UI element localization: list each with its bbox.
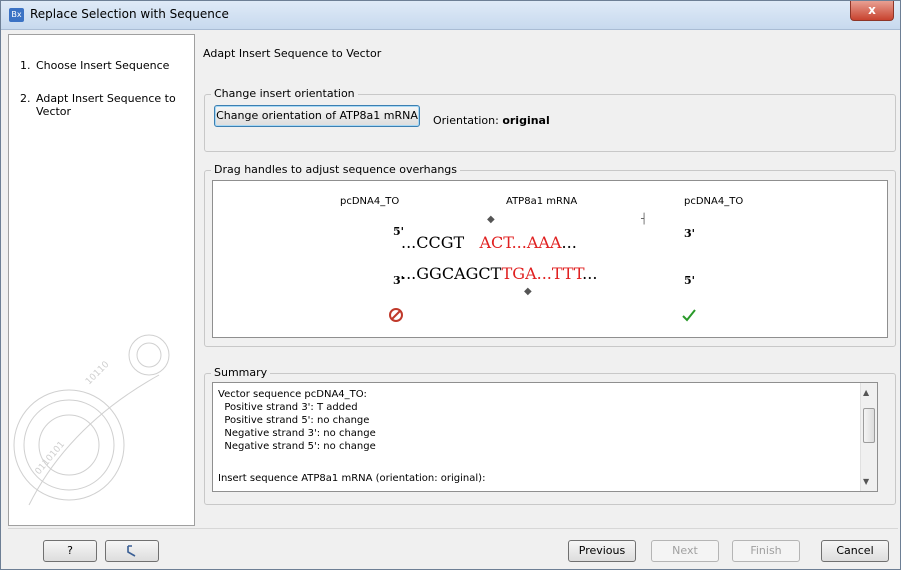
scroll-down-icon[interactable]: ▼	[863, 477, 869, 486]
overhang-editor[interactable]: pcDNA4_TO ATP8a1 mRNA pcDNA4_TO ◆ ┤ 5' 3…	[212, 180, 888, 338]
insert-right-handle-icon[interactable]: ┤	[641, 214, 647, 225]
summary-line: Vector sequence pcDNA4_TO:	[218, 389, 367, 400]
summary-line: Negative strand 3': no change	[218, 428, 376, 439]
page-title: Adapt Insert Sequence to Vector	[203, 47, 382, 60]
dialog-window: Bx Replace Selection with Sequence x 1. C…	[0, 0, 901, 570]
bottom-strand-3prime: 3'	[393, 274, 405, 287]
summary-text-area[interactable]: Vector sequence pcDNA4_TO: Positive stra…	[212, 382, 878, 492]
overhang-group-legend: Drag handles to adjust sequence overhang…	[211, 163, 460, 176]
step-label: Adapt Insert Sequence to	[36, 92, 176, 105]
scroll-thumb[interactable]	[863, 408, 875, 443]
top-strand-sequence: ...CCGT ACT...AAA...	[401, 233, 577, 252]
footer-separator	[8, 528, 898, 529]
watermark-logo: 0110101 10110	[13, 334, 170, 506]
summary-scrollbar[interactable]: ▲ ▼	[860, 383, 877, 491]
svg-text:10110: 10110	[84, 360, 112, 388]
orientation-group-legend: Change insert orientation	[211, 87, 358, 100]
invalid-icon	[389, 308, 403, 322]
orientation-value: original	[502, 114, 550, 127]
bottom-strand-5prime: 5'	[684, 274, 696, 287]
main-panel: Adapt Insert Sequence to Vector Change i…	[196, 34, 898, 526]
step-number: 2.	[20, 92, 31, 105]
change-orientation-button[interactable]: Change orientation of ATP8a1 mRNA	[214, 105, 420, 127]
reset-icon	[127, 545, 136, 557]
top-insert-seq: ACT...AAA	[479, 233, 562, 252]
step-number: 1.	[20, 59, 31, 72]
step-label-continuation: Vector	[36, 105, 72, 118]
next-button[interactable]: Next	[651, 540, 719, 562]
window-title: Replace Selection with Sequence	[30, 7, 229, 21]
bottom-vector-seq-end: ...	[582, 264, 598, 283]
help-button[interactable]: ?	[43, 540, 97, 562]
summary-line: Positive strand 5': no change	[218, 415, 370, 426]
left-vector-label: pcDNA4_TO	[340, 196, 400, 207]
reset-button[interactable]	[105, 540, 159, 562]
insert-label: ATP8a1 mRNA	[506, 196, 578, 207]
top-vector-seq: ...CCGT	[401, 233, 465, 252]
step-label: Choose Insert Sequence	[36, 59, 170, 72]
finish-button[interactable]: Finish	[732, 540, 800, 562]
app-icon: Bx	[9, 8, 24, 22]
checkmark-icon	[682, 309, 696, 322]
orientation-label: Orientation:	[433, 114, 503, 127]
step-choose-insert[interactable]: 1. Choose Insert Sequence	[20, 59, 169, 72]
bottom-vector-seq: ...GGCAGCT	[401, 264, 502, 283]
top-vector-seq-end: ...	[561, 233, 577, 252]
title-bar[interactable]: Bx Replace Selection with Sequence x	[1, 1, 900, 30]
wizard-steps-sidebar: 1. Choose Insert Sequence 2. Adapt Insert …	[8, 34, 195, 526]
scroll-up-icon[interactable]: ▲	[863, 388, 869, 397]
bottom-strand-sequence: ...GGCAGCTTGA...TTT...	[401, 264, 597, 283]
summary-group-legend: Summary	[211, 366, 271, 379]
close-button[interactable]: x	[850, 1, 894, 21]
summary-line: Positive strand 3': T added	[218, 402, 358, 413]
summary-line: Insert sequence ATP8a1 mRNA (orientation…	[218, 473, 486, 484]
orientation-status: Orientation: original	[433, 114, 550, 127]
cancel-button[interactable]: Cancel	[821, 540, 889, 562]
top-strand-3prime: 3'	[684, 227, 696, 240]
right-vector-label: pcDNA4_TO	[684, 196, 744, 207]
insert-left-handle-icon[interactable]: ◆	[487, 214, 495, 225]
summary-line: Negative strand 5': no change	[218, 441, 376, 452]
step-adapt-insert[interactable]: 2. Adapt Insert Sequence to Vector	[20, 92, 176, 118]
bottom-insert-seq: TGA...TTT	[501, 264, 583, 283]
previous-button[interactable]: Previous	[568, 540, 636, 562]
bottom-handle-icon[interactable]: ◆	[524, 286, 532, 297]
